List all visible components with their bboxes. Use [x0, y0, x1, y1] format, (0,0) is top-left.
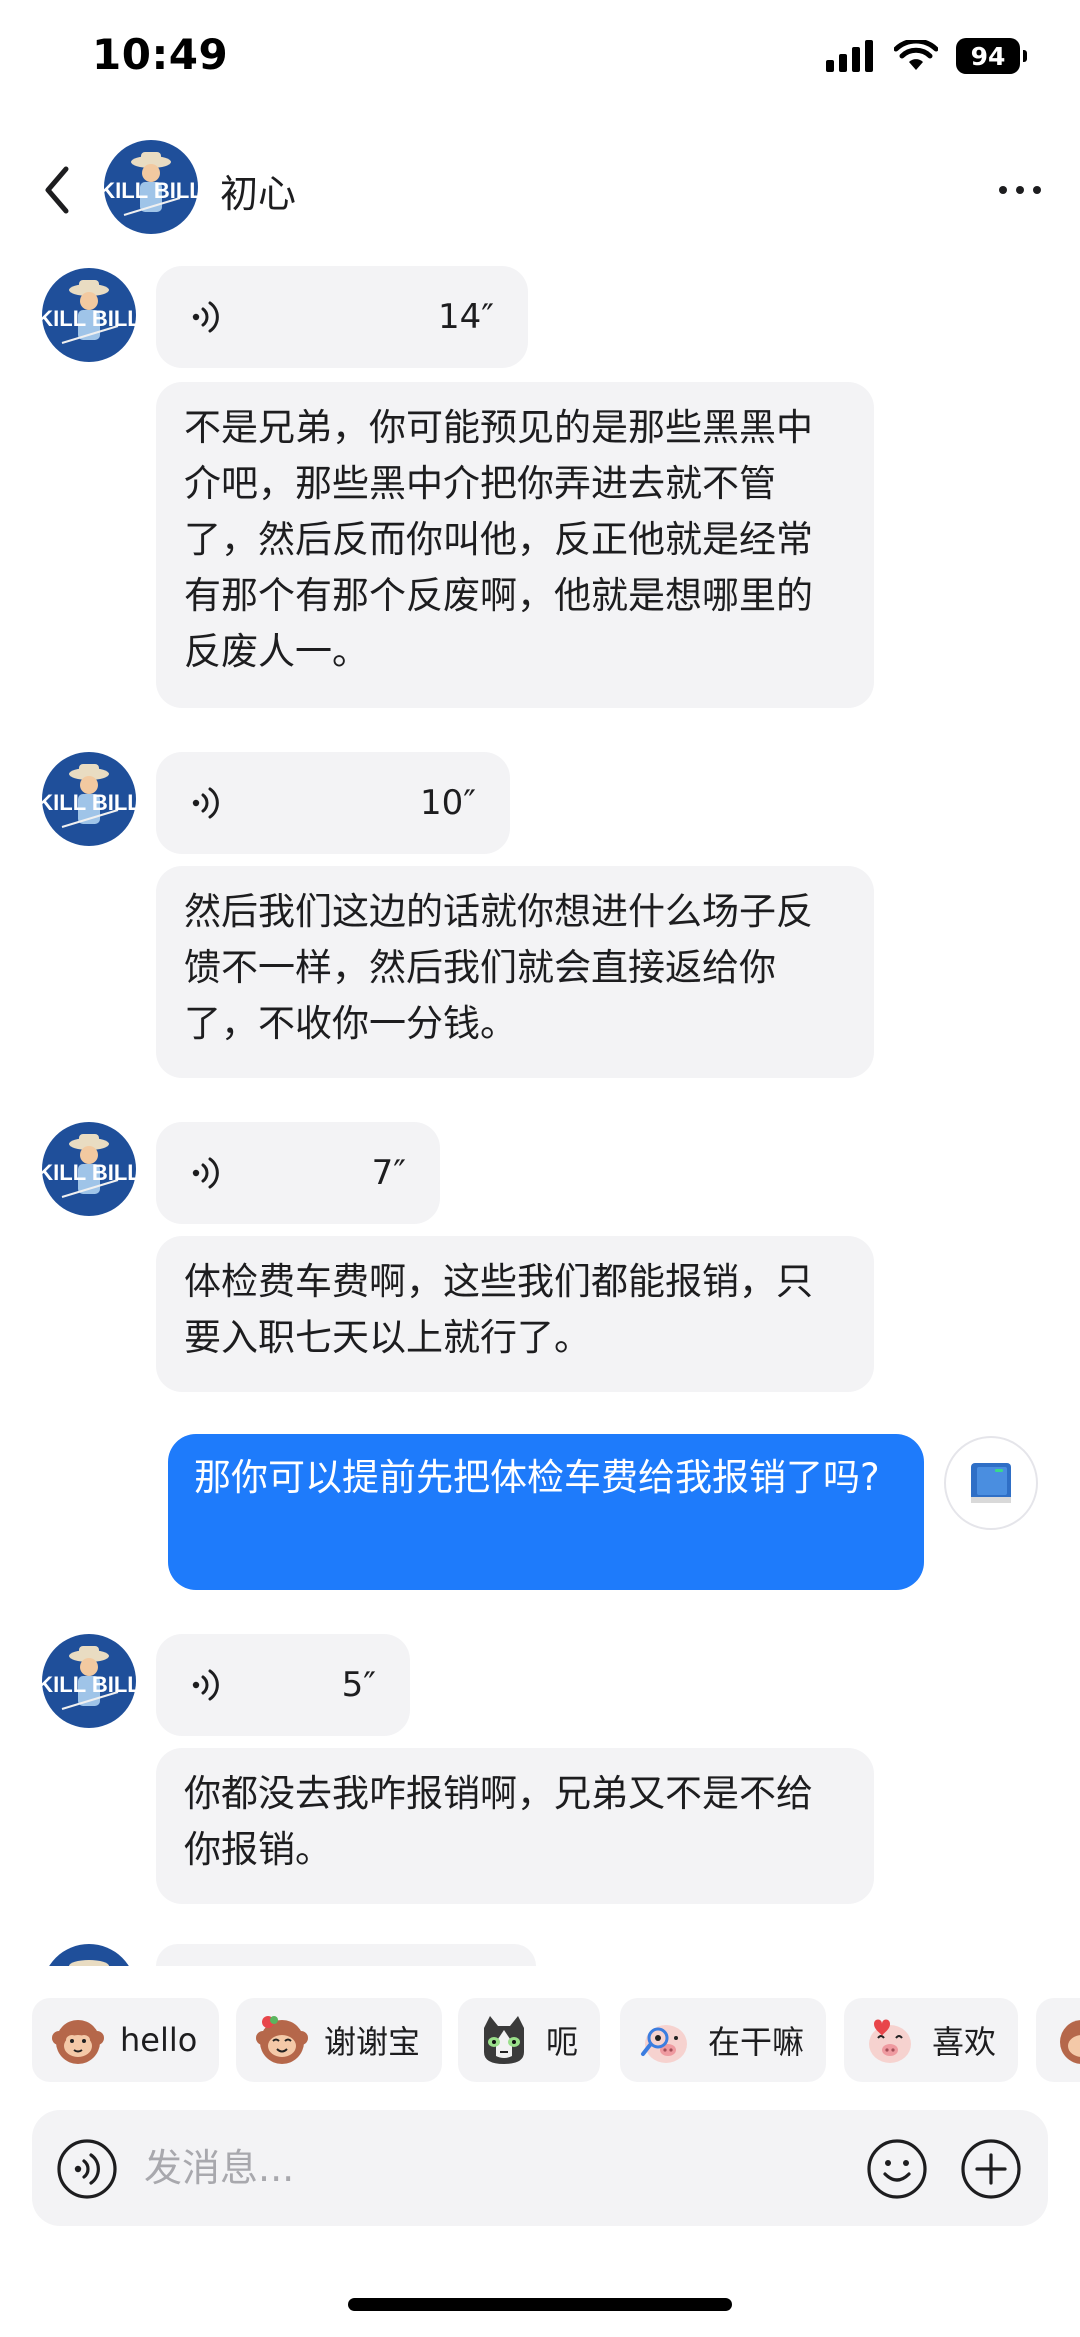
- transcript-bubble: 体检费车费啊，这些我们都能报销，只要入职七天以上就行了。: [156, 1236, 874, 1392]
- status-bar: 10:49 94: [0, 0, 1080, 120]
- contact-avatar[interactable]: KILL BILL: [104, 140, 198, 234]
- voice-input-icon[interactable]: [56, 2138, 118, 2200]
- transcript-bubble: 你都没去我咋报销啊，兄弟又不是不给你报销。: [156, 1748, 874, 1904]
- monkey-icon: [52, 2020, 104, 2064]
- quick-reply-label: hello: [120, 2021, 198, 2059]
- more-dots-icon: [999, 186, 1041, 194]
- status-icons: 94: [826, 38, 1027, 74]
- quick-reply-chip-partial[interactable]: [1036, 1998, 1080, 2082]
- voice-message[interactable]: 7″: [156, 1122, 440, 1224]
- message-input-bar: [32, 2110, 1048, 2226]
- voice-duration: 10″: [420, 783, 476, 823]
- sent-message[interactable]: 那你可以提前先把体检车费给我报销了吗?: [168, 1434, 924, 1590]
- cellular-signal-icon: [826, 40, 873, 72]
- kill-bill-avatar-icon: KILL BILL: [42, 1634, 136, 1728]
- avatar-logo-text: KILL BILL: [104, 178, 198, 203]
- voice-wave-icon: [192, 1157, 219, 1189]
- battery-level: 94: [970, 41, 1006, 71]
- voice-wave-icon: [192, 301, 219, 333]
- quick-reply-label: 呃: [546, 2023, 579, 2061]
- kill-bill-avatar-icon: KILL BILL: [42, 1122, 136, 1216]
- sender-avatar[interactable]: KILL BILL: [42, 268, 136, 362]
- quick-reply-chip[interactable]: 喜欢: [844, 1998, 1019, 2082]
- monkey-flower-icon: [256, 2016, 308, 2064]
- avatar-logo-text: KILL BILL: [42, 1160, 136, 1185]
- pig-heart-icon: [869, 2019, 911, 2063]
- battery-indicator: 94: [956, 38, 1027, 74]
- home-indicator: [348, 2298, 732, 2311]
- chevron-left-icon: [45, 166, 69, 214]
- monkey-icon: [1060, 2020, 1080, 2064]
- kill-bill-avatar-icon: [49, 1944, 129, 1966]
- back-button[interactable]: [32, 160, 82, 220]
- sender-avatar[interactable]: KILL BILL: [42, 1122, 136, 1216]
- voice-duration: 5″: [341, 1665, 376, 1705]
- voice-message[interactable]: 10″: [156, 752, 510, 854]
- avatar-logo-text: KILL BILL: [42, 1672, 136, 1697]
- emoji-icon[interactable]: [866, 2138, 928, 2200]
- voice-duration: 7″: [371, 1153, 406, 1193]
- plus-icon[interactable]: [960, 2138, 1022, 2200]
- my-avatar[interactable]: [944, 1436, 1038, 1530]
- message-input[interactable]: [144, 2134, 864, 2202]
- voice-message-partial: [156, 1944, 536, 1966]
- cat-icon: [484, 2016, 524, 2064]
- quick-reply-chip[interactable]: 谢谢宝: [236, 1998, 443, 2082]
- avatar-logo-text: KILL BILL: [42, 306, 136, 331]
- sender-avatar[interactable]: KILL BILL: [42, 752, 136, 846]
- book-icon: [971, 1463, 1011, 1503]
- transcript-bubble: 然后我们这边的话就你想进什么场子反馈不一样，然后我们就会直接返给你了，不收你一分…: [156, 866, 874, 1078]
- avatar-logo-text: KILL BILL: [42, 790, 136, 815]
- sender-avatar[interactable]: KILL BILL: [42, 1634, 136, 1728]
- quick-reply-label: 在干嘛: [708, 2023, 805, 2061]
- chat-header: KILL BILL 初心: [0, 135, 1080, 245]
- sender-avatar-partial: [42, 1944, 136, 1966]
- status-time: 10:49: [92, 30, 229, 79]
- kill-bill-avatar-icon: KILL BILL: [104, 140, 198, 234]
- voice-message[interactable]: 14″: [156, 266, 528, 368]
- more-options-button[interactable]: [992, 165, 1048, 215]
- voice-wave-icon: [192, 787, 219, 819]
- pig-magnifier-icon: [641, 2025, 687, 2063]
- kill-bill-avatar-icon: KILL BILL: [42, 752, 136, 846]
- transcript-bubble: 不是兄弟，你可能预见的是那些黑黑中介吧，那些黑中介把你弄进去就不管了，然后反而你…: [156, 382, 874, 708]
- kill-bill-avatar-icon: KILL BILL: [42, 268, 136, 362]
- voice-wave-icon: [192, 1669, 219, 1701]
- voice-duration: 14″: [438, 297, 494, 337]
- quick-reply-label: 谢谢宝: [324, 2023, 421, 2061]
- contact-name: 初心: [220, 172, 297, 216]
- chat-screen: 10:49 94 KILL BILL 初心 KILL BILL 14″ 不是兄弟…: [0, 0, 1080, 2337]
- wifi-icon: [894, 40, 938, 70]
- voice-message[interactable]: 5″: [156, 1634, 410, 1736]
- quick-reply-bar: hello 谢谢宝 呃 在干嘛 喜欢: [0, 1998, 1080, 2086]
- quick-reply-label: 喜欢: [932, 2023, 997, 2061]
- quick-reply-chip[interactable]: 在干嘛: [620, 1998, 827, 2082]
- quick-reply-chip[interactable]: hello: [32, 1998, 220, 2082]
- quick-reply-chip[interactable]: 呃: [458, 1998, 601, 2082]
